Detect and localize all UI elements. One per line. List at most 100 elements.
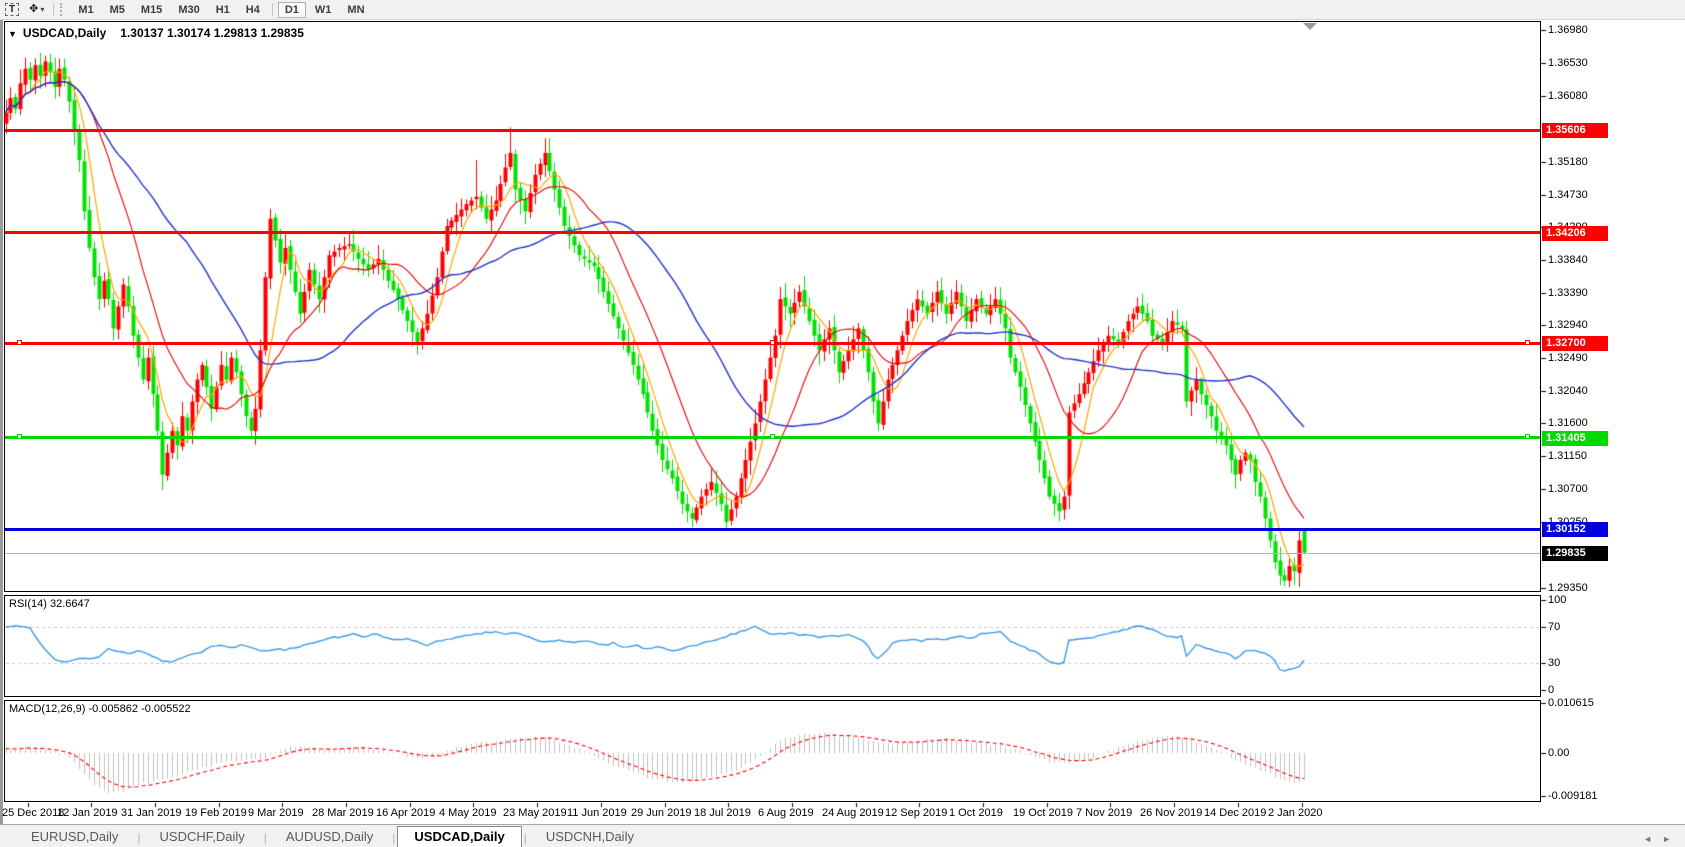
timeframe-button-M15[interactable]: M15 [134, 2, 169, 18]
top-toolbar: T ✥ ▾ M1M5M15M30H1H4 D1W1MN [0, 0, 1685, 20]
date-axis-label: 7 Nov 2019 [1076, 807, 1132, 819]
horizontal-line-1.32700[interactable] [5, 342, 1540, 345]
chart-header: ▼USDCAD,Daily1.30137 1.30174 1.29813 1.2… [8, 26, 304, 40]
rsi-axis-label: 30 [1548, 657, 1560, 669]
line-selection-handle[interactable] [1525, 340, 1530, 345]
price-axis-label: 1.33840 [1548, 254, 1588, 266]
horizontal-line-1.31405[interactable] [5, 436, 1540, 439]
chart-tab-usdcad[interactable]: USDCAD,Daily [397, 826, 521, 847]
date-axis-label: 19 Feb 2019 [185, 807, 247, 819]
date-axis-label: 26 Nov 2019 [1140, 807, 1202, 819]
text-tool-icon: T [5, 3, 19, 16]
date-axis-label: 6 Aug 2019 [758, 807, 814, 819]
price-badge-1.31405: 1.31405 [1542, 431, 1608, 446]
date-axis-label: 28 Mar 2019 [312, 807, 374, 819]
tab-scroll-controls: ◄ ► [1643, 834, 1685, 847]
tab-separator: | [392, 831, 395, 845]
timeframe-button-D1[interactable]: D1 [278, 2, 306, 18]
date-axis-label: 11 Jun 2019 [567, 807, 627, 819]
date-axis-label: 25 Dec 2018 [2, 807, 64, 819]
date-axis-label: 12 Jan 2019 [57, 807, 118, 819]
line-selection-handle[interactable] [1525, 434, 1530, 439]
date-axis-label: 4 May 2019 [439, 807, 496, 819]
price-axis-label: 1.31600 [1548, 417, 1588, 429]
price-axis-label: 1.34730 [1548, 189, 1588, 201]
toolbar-drag-handle[interactable] [60, 3, 65, 16]
ohlc-close: 1.29835 [260, 26, 303, 40]
date-axis-label: 24 Aug 2019 [822, 807, 884, 819]
timeframe-button-H1[interactable]: H1 [209, 2, 237, 18]
timeframe-button-H4[interactable]: H4 [239, 2, 267, 18]
date-axis-label: 31 Jan 2019 [121, 807, 182, 819]
chart-tab-audusd[interactable]: AUDUSD,Daily [269, 826, 390, 847]
price-axis-label: 1.36980 [1548, 24, 1588, 36]
chart-window-left-edge [0, 20, 3, 824]
chart-tab-usdchf[interactable]: USDCHF,Daily [143, 826, 262, 847]
line-selection-handle[interactable] [770, 340, 775, 345]
date-axis-label: 19 Oct 2019 [1013, 807, 1073, 819]
timeframe-button-group: M1M5M15M30H1H4 D1W1MN [70, 2, 372, 18]
chevron-down-icon: ▾ [40, 5, 44, 14]
date-axis-label: 16 Apr 2019 [376, 807, 435, 819]
timeframe-button-M30[interactable]: M30 [171, 2, 206, 18]
macd-axis-label: -0.009181 [1548, 790, 1598, 802]
date-axis-label: 2 Jan 2020 [1268, 807, 1322, 819]
chart-tab-usdcnh[interactable]: USDCNH,Daily [529, 826, 651, 847]
date-axis-label: 9 Mar 2019 [248, 807, 304, 819]
toolbar-separator [272, 3, 273, 16]
chart-tab-eurusd[interactable]: EURUSD,Daily [14, 826, 135, 847]
cursor-icon: ✥ [29, 4, 38, 15]
tab-scroll-left-icon[interactable]: ◄ [1643, 834, 1652, 844]
cursor-tool-button[interactable]: ✥ ▾ [24, 1, 49, 18]
horizontal-line-1.30152[interactable] [5, 528, 1540, 531]
tab-separator: | [524, 831, 527, 845]
line-selection-handle[interactable] [17, 340, 22, 345]
price-badge-1.35606: 1.35606 [1542, 123, 1608, 138]
horizontal-line-1.34206[interactable] [5, 231, 1540, 234]
timeframe-button-W1[interactable]: W1 [308, 2, 339, 18]
rsi-axis-label: 0 [1548, 684, 1554, 696]
macd-axis-label: 0.010615 [1548, 697, 1594, 709]
date-axis-label: 1 Oct 2019 [949, 807, 1003, 819]
text-tool-button[interactable]: T [0, 1, 24, 18]
price-axis-label: 1.35180 [1548, 156, 1588, 168]
trading-terminal: T ✥ ▾ M1M5M15M30H1H4 D1W1MN ▼ USDCAD,Daily… [0, 0, 1685, 847]
price-axis-label: 1.36530 [1548, 57, 1588, 69]
macd-pane[interactable] [4, 700, 1541, 802]
main-chart-pane[interactable] [4, 21, 1541, 592]
line-selection-handle[interactable] [770, 434, 775, 439]
timeframe-button-M1[interactable]: M1 [71, 2, 100, 18]
price-axis-label: 1.33390 [1548, 287, 1588, 299]
price-axis-label: 1.31150 [1548, 450, 1587, 462]
horizontal-line-1.35606[interactable] [5, 129, 1540, 132]
rsi-pane[interactable] [4, 595, 1541, 697]
macd-label: MACD(12,26,9) -0.005862 -0.005522 [9, 703, 191, 715]
price-badge-1.30152: 1.30152 [1542, 522, 1608, 537]
timeframe-button-MN[interactable]: MN [340, 2, 371, 18]
date-axis-label: 12 Sep 2019 [885, 807, 947, 819]
tab-scroll-right-icon[interactable]: ► [1662, 834, 1671, 844]
price-badge-1.34206: 1.34206 [1542, 226, 1608, 241]
price-axis-label: 1.30700 [1548, 483, 1588, 495]
ohlc-low: 1.29813 [214, 26, 257, 40]
price-axis-label: 1.29350 [1548, 582, 1588, 594]
rsi-axis-label: 100 [1548, 594, 1566, 606]
date-axis-label: 18 Jul 2019 [694, 807, 751, 819]
rsi-label: RSI(14) 32.6647 [9, 598, 90, 610]
price-axis-label: 1.32040 [1548, 385, 1588, 397]
one-click-trading-arrow[interactable]: ▼ [8, 29, 17, 39]
line-selection-handle[interactable] [17, 434, 22, 439]
chart-shift-marker-icon[interactable] [1303, 23, 1317, 30]
date-axis-label: 29 Jun 2019 [631, 807, 692, 819]
price-axis-label: 1.32940 [1548, 319, 1588, 331]
timeframe-button-M5[interactable]: M5 [103, 2, 132, 18]
chart-symbol-label: USDCAD,Daily [23, 26, 106, 40]
macd-axis-label: 0.00 [1548, 747, 1569, 759]
price-axis-label: 1.36080 [1548, 90, 1588, 102]
ohlc-high: 1.30174 [167, 26, 210, 40]
current-price-line [5, 553, 1540, 554]
tab-separator: | [137, 831, 140, 845]
rsi-axis-label: 70 [1548, 621, 1560, 633]
toolbar-separator [53, 3, 54, 16]
price-badge-1.32700: 1.32700 [1542, 336, 1608, 351]
